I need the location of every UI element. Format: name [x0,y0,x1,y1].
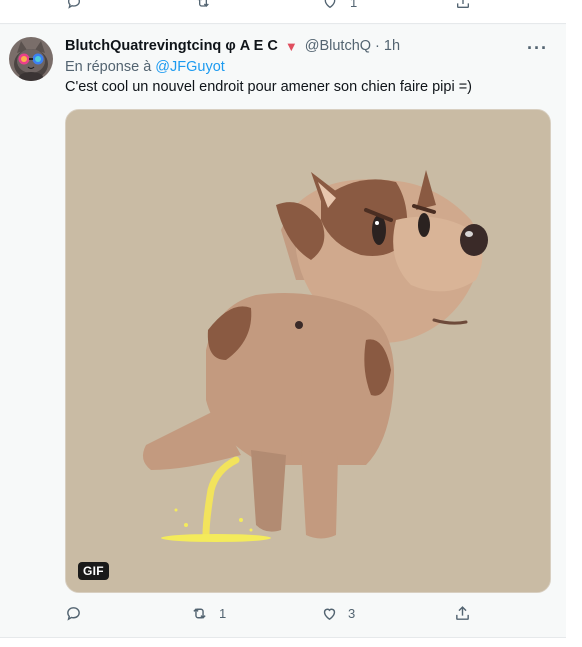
reply-icon [67,0,81,9]
share-icon [457,0,469,8]
like-count: 3 [348,606,356,621]
heart-icon [323,608,336,621]
tweet-media-gif[interactable]: GIF [65,109,551,593]
share-icon [456,606,469,620]
scroll-gutter [566,0,582,647]
prev-share-button[interactable] [455,0,471,10]
like-button[interactable]: 3 [321,605,355,622]
gif-badge: GIF [78,562,109,580]
previous-tweet-actions: 1 [0,0,566,24]
retweet-icon [197,0,209,7]
tweet-text: C'est cool un nouvel endroit pour amener… [65,79,472,95]
prev-reply-button[interactable] [66,0,82,10]
retweet-icon [193,608,206,619]
heart-icon [324,0,336,9]
prev-like-button[interactable]: 1 [322,0,357,10]
reply-mention-link[interactable]: @JFGuyot [155,59,225,75]
display-name[interactable]: BlutchQuatrevingtcinq φ A E C [65,38,278,54]
prev-retweet-button[interactable] [194,0,224,10]
retweet-button[interactable]: 1 [190,605,226,622]
triangle-flag-icon: ▼ [284,38,298,54]
reply-context: En réponse à @JFGuyot [65,59,225,75]
separator: · [375,38,380,54]
cat-with-glasses-avatar-icon [9,37,53,81]
retweet-count: 1 [219,606,227,621]
reply-icon [67,607,80,621]
reply-button[interactable] [65,605,92,622]
tweet-action-bar: 1 3 [65,605,485,627]
tweet-header: BlutchQuatrevingtcinq φ A E C ▼ @BlutchQ… [65,38,552,58]
timestamp[interactable]: 1h [384,38,400,54]
peeing-dog-illustration [66,110,550,592]
avatar[interactable] [9,37,53,81]
more-icon[interactable]: ··· [527,38,548,59]
reply-prefix: En réponse à [65,59,152,75]
prev-like-count: 1 [350,0,358,10]
tweet[interactable]: BlutchQuatrevingtcinq φ A E C ▼ @BlutchQ… [0,25,566,637]
next-tweet-divider [0,637,566,647]
user-handle[interactable]: @BlutchQ [305,38,371,54]
share-button[interactable] [454,605,481,622]
